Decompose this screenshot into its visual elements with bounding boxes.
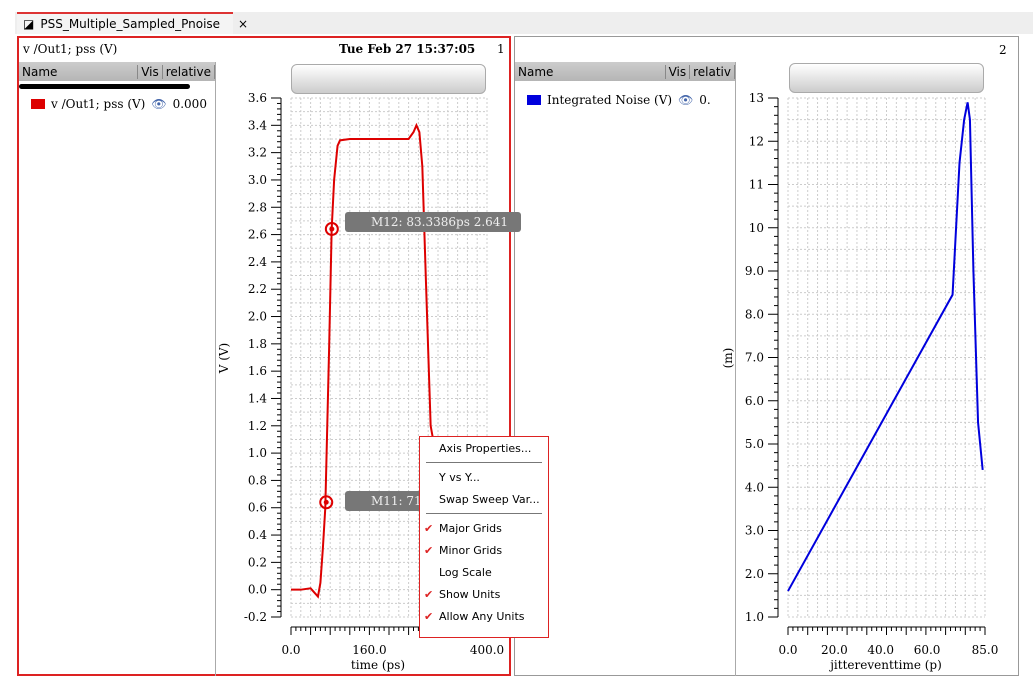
y-tick-label: 2.0 [248, 310, 267, 324]
menu-item-label: Major Grids [439, 521, 502, 535]
menu-item-log-scale[interactable]: Log Scale [420, 561, 548, 583]
y-tick-label: 2.8 [248, 200, 267, 214]
menu-item-show-units[interactable]: ✔ Show Units [420, 583, 548, 605]
y-tick-label: 0.0 [248, 583, 267, 597]
y-tick-label: 1.4 [248, 391, 267, 405]
chart-2[interactable]: 13 12 11 10 9.0 8.0 7.0 6.0 5.0 4.0 3.0 2.0 1.0 0.0 20… [721, 91, 998, 672]
series-line[interactable] [291, 122, 439, 599]
menu-item-allow-any-units[interactable]: ✔ Allow Any Units [420, 605, 548, 627]
marker-dot [323, 499, 329, 505]
y-tick-label: 3.6 [248, 91, 267, 105]
x-tick-label: 160.0 [352, 643, 386, 657]
y-tick-label: 4.0 [745, 480, 764, 494]
menu-item-label: Axis Properties... [439, 441, 532, 455]
menu-item-swap-sweep-var[interactable]: Swap Sweep Var... [420, 488, 548, 510]
y-tick-label: 1.2 [248, 419, 267, 433]
y-tick-label: 13 [749, 91, 764, 105]
x-tick-label: 0.0 [778, 643, 797, 657]
y-tick-label: 0.2 [248, 555, 267, 569]
menu-separator [426, 513, 542, 514]
y-tick-label: 3.0 [745, 524, 764, 538]
y-tick-label: 2.2 [248, 282, 267, 296]
x-axis-label: jittereventtime (p) [828, 658, 942, 672]
menu-item-label: Log Scale [439, 565, 492, 579]
y-tick-label: 0.4 [248, 528, 267, 542]
y-tick-label: 0.6 [248, 501, 267, 515]
check-icon: ✔ [424, 587, 434, 601]
y-tick-label: 8.0 [745, 307, 764, 321]
y-tick-label: 1.8 [248, 337, 267, 351]
menu-item-label: Swap Sweep Var... [439, 492, 540, 506]
context-menu: Axis Properties... Y vs Y... Swap Sweep Va… [419, 436, 549, 638]
x-tick-label: 85.0 [972, 643, 999, 657]
y-tick-label: 12 [749, 134, 764, 148]
y-tick-label: 1.0 [745, 610, 764, 624]
x-tick-label: 0.0 [281, 643, 300, 657]
x-tick-label: 40.0 [867, 643, 894, 657]
y-tick-label: 11 [749, 178, 764, 192]
menu-item-major-grids[interactable]: ✔ Major Grids [420, 517, 548, 539]
y-tick-label: 7.0 [745, 351, 764, 365]
y-tick-label: 1.6 [248, 364, 267, 378]
menu-item-label: Show Units [439, 587, 501, 601]
menu-item-axis-properties[interactable]: Axis Properties... [420, 437, 548, 459]
menu-item-label: Allow Any Units [439, 609, 525, 623]
x-tick-label: 400.0 [470, 643, 504, 657]
check-icon: ✔ [424, 521, 434, 535]
menu-item-label: Minor Grids [439, 543, 503, 557]
y-tick-label: 10 [749, 221, 764, 235]
y-tick-label: 0.8 [248, 473, 267, 487]
y-tick-label: 6.0 [745, 394, 764, 408]
y-tick-label: 3.0 [248, 173, 267, 187]
y-axis-label: V (V) [217, 343, 231, 375]
y-tick-label: -0.2 [244, 610, 267, 624]
y-tick-label: 2.6 [248, 228, 267, 242]
y-tick-label: 2.4 [248, 255, 267, 269]
x-axis-label: time (ps) [351, 658, 405, 672]
menu-item-minor-grids[interactable]: ✔ Minor Grids [420, 539, 548, 561]
x-tick-label: 20.0 [821, 643, 848, 657]
menu-item-label: Y vs Y... [439, 470, 480, 484]
y-axis-label: (m) [721, 348, 735, 369]
marker-label-m12[interactable]: M12: 83.3386ps 2.641 [345, 212, 521, 232]
y-tick-label: 3.2 [248, 146, 267, 160]
check-icon: ✔ [424, 609, 434, 623]
check-icon: ✔ [424, 543, 434, 557]
y-tick-label: 1.0 [248, 446, 267, 460]
y-tick-label: 5.0 [745, 437, 764, 451]
menu-separator [426, 462, 542, 463]
y-tick-label: 9.0 [745, 264, 764, 278]
menu-item-y-vs-y[interactable]: Y vs Y... [420, 466, 548, 488]
x-tick-label: 60.0 [914, 643, 941, 657]
marker-dot [329, 226, 335, 232]
y-tick-label: 2.0 [745, 567, 764, 581]
y-tick-label: 3.4 [248, 118, 267, 132]
